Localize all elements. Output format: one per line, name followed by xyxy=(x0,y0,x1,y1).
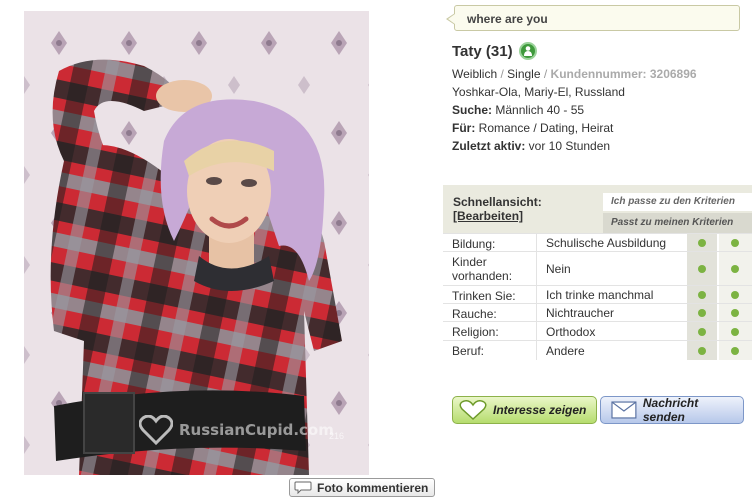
quickview-edit-link[interactable]: [Bearbeiten] xyxy=(453,209,542,223)
quickview-title: Schnellansicht: [Bearbeiten] xyxy=(453,195,542,223)
bubble-tail-fill xyxy=(448,14,455,24)
match-dot-icon xyxy=(698,291,706,299)
customer-number: Kundennummer: 3206896 xyxy=(550,67,697,81)
profile-name: Taty (31) xyxy=(452,42,513,60)
row-divider xyxy=(536,234,537,252)
heart-icon xyxy=(459,400,487,420)
quickview-row-label: Rauche: xyxy=(452,307,497,321)
send-message-button[interactable]: Nachricht senden xyxy=(600,396,744,424)
quickview-row-label: Bildung: xyxy=(452,237,496,251)
last-active-value: vor 10 Stunden xyxy=(525,139,611,153)
purpose: Für: Romance / Dating, Heirat xyxy=(452,119,613,137)
show-interest-button[interactable]: Interesse zeigen xyxy=(452,396,597,424)
match-dot-icon xyxy=(731,239,739,247)
match-dot-icon xyxy=(731,309,739,317)
row-divider xyxy=(536,286,537,304)
profile-basics: Weiblich / Single / Kundennummer: 320689… xyxy=(452,65,697,83)
send-message-label: Nachricht senden xyxy=(642,396,699,424)
quickview-row-value: Nein xyxy=(546,262,571,276)
row-divider xyxy=(536,341,537,360)
separator: / xyxy=(540,67,551,81)
match-dot-icon xyxy=(731,265,739,273)
profile-header: Taty (31) xyxy=(452,42,537,60)
seeking-value: Männlich 40 - 55 xyxy=(492,103,585,117)
match-dot-icon xyxy=(698,239,706,247)
quickview-row: Bildung: Schulische Ausbildung xyxy=(443,233,752,252)
speech-bubble-icon xyxy=(294,481,312,494)
quickview-row: Trinken Sie: Ich trinke manchmal xyxy=(443,285,752,304)
match-dot-icon xyxy=(698,265,706,273)
quickview-row-value: Orthodox xyxy=(546,325,596,339)
quickview-row: Beruf: Andere xyxy=(443,340,752,360)
quickview-row-value: Ich trinke manchmal xyxy=(546,288,654,302)
purpose-value: Romance / Dating, Heirat xyxy=(475,121,614,135)
quickview-row-label: Beruf: xyxy=(452,344,485,358)
relationship-status: Single xyxy=(507,67,541,81)
quickview-row-value: Schulische Ausbildung xyxy=(546,236,667,250)
heart-watermark-icon xyxy=(139,415,173,445)
quickview-row-value: Andere xyxy=(546,344,585,358)
quickview-row-label: Trinken Sie: xyxy=(452,289,516,303)
criteria-matches-mine: Passt zu meinen Kriterien xyxy=(603,213,752,233)
last-active-label: Zuletzt aktiv: xyxy=(452,139,526,153)
show-interest-label: Interesse zeigen xyxy=(493,403,587,417)
quickview-row: Kinder vorhanden: Nein xyxy=(443,251,752,286)
person-online-icon xyxy=(518,42,537,60)
match-dot-icon xyxy=(698,328,706,336)
last-active: Zuletzt aktiv: vor 10 Stunden xyxy=(452,137,610,155)
comment-photo-label: Foto kommentieren xyxy=(317,480,429,495)
match-dot-icon xyxy=(731,291,739,299)
gender: Weiblich xyxy=(452,67,498,81)
match-dot-icon xyxy=(731,347,739,355)
row-divider xyxy=(536,322,537,341)
profile-photo[interactable]: RussianCupid.com 216 xyxy=(24,11,369,475)
quickview-row-label: Kinder vorhanden: xyxy=(452,255,513,283)
seeking: Suche: Männlich 40 - 55 xyxy=(452,101,584,119)
purpose-label: Für: xyxy=(452,121,476,135)
quickview-row-label: Religion: xyxy=(452,325,499,339)
row-divider xyxy=(536,252,537,286)
location: Yoshkar-Ola, Mariy-El, Russland xyxy=(452,85,625,99)
comment-photo-button[interactable]: Foto kommentieren xyxy=(289,478,436,497)
quickview-row: Religion: Orthodox xyxy=(443,321,752,341)
separator: / xyxy=(497,67,508,81)
photo-count: 216 xyxy=(329,431,345,441)
row-divider xyxy=(536,304,537,322)
watermark-text: RussianCupid.com xyxy=(179,421,334,439)
match-dot-icon xyxy=(698,309,706,317)
quickview-row-value: Nichtraucher xyxy=(546,306,615,320)
watermark: RussianCupid.com xyxy=(139,415,334,445)
seeking-label: Suche: xyxy=(452,103,493,117)
criteria-i-match: Ich passe zu den Kriterien xyxy=(603,193,752,211)
envelope-icon xyxy=(611,401,637,419)
match-dot-icon xyxy=(698,347,706,355)
status-bubble: where are you xyxy=(454,5,740,31)
match-dot-icon xyxy=(731,328,739,336)
quickview-row: Rauche: Nichtraucher xyxy=(443,303,752,322)
quickview-title-text: Schnellansicht: xyxy=(453,195,542,209)
